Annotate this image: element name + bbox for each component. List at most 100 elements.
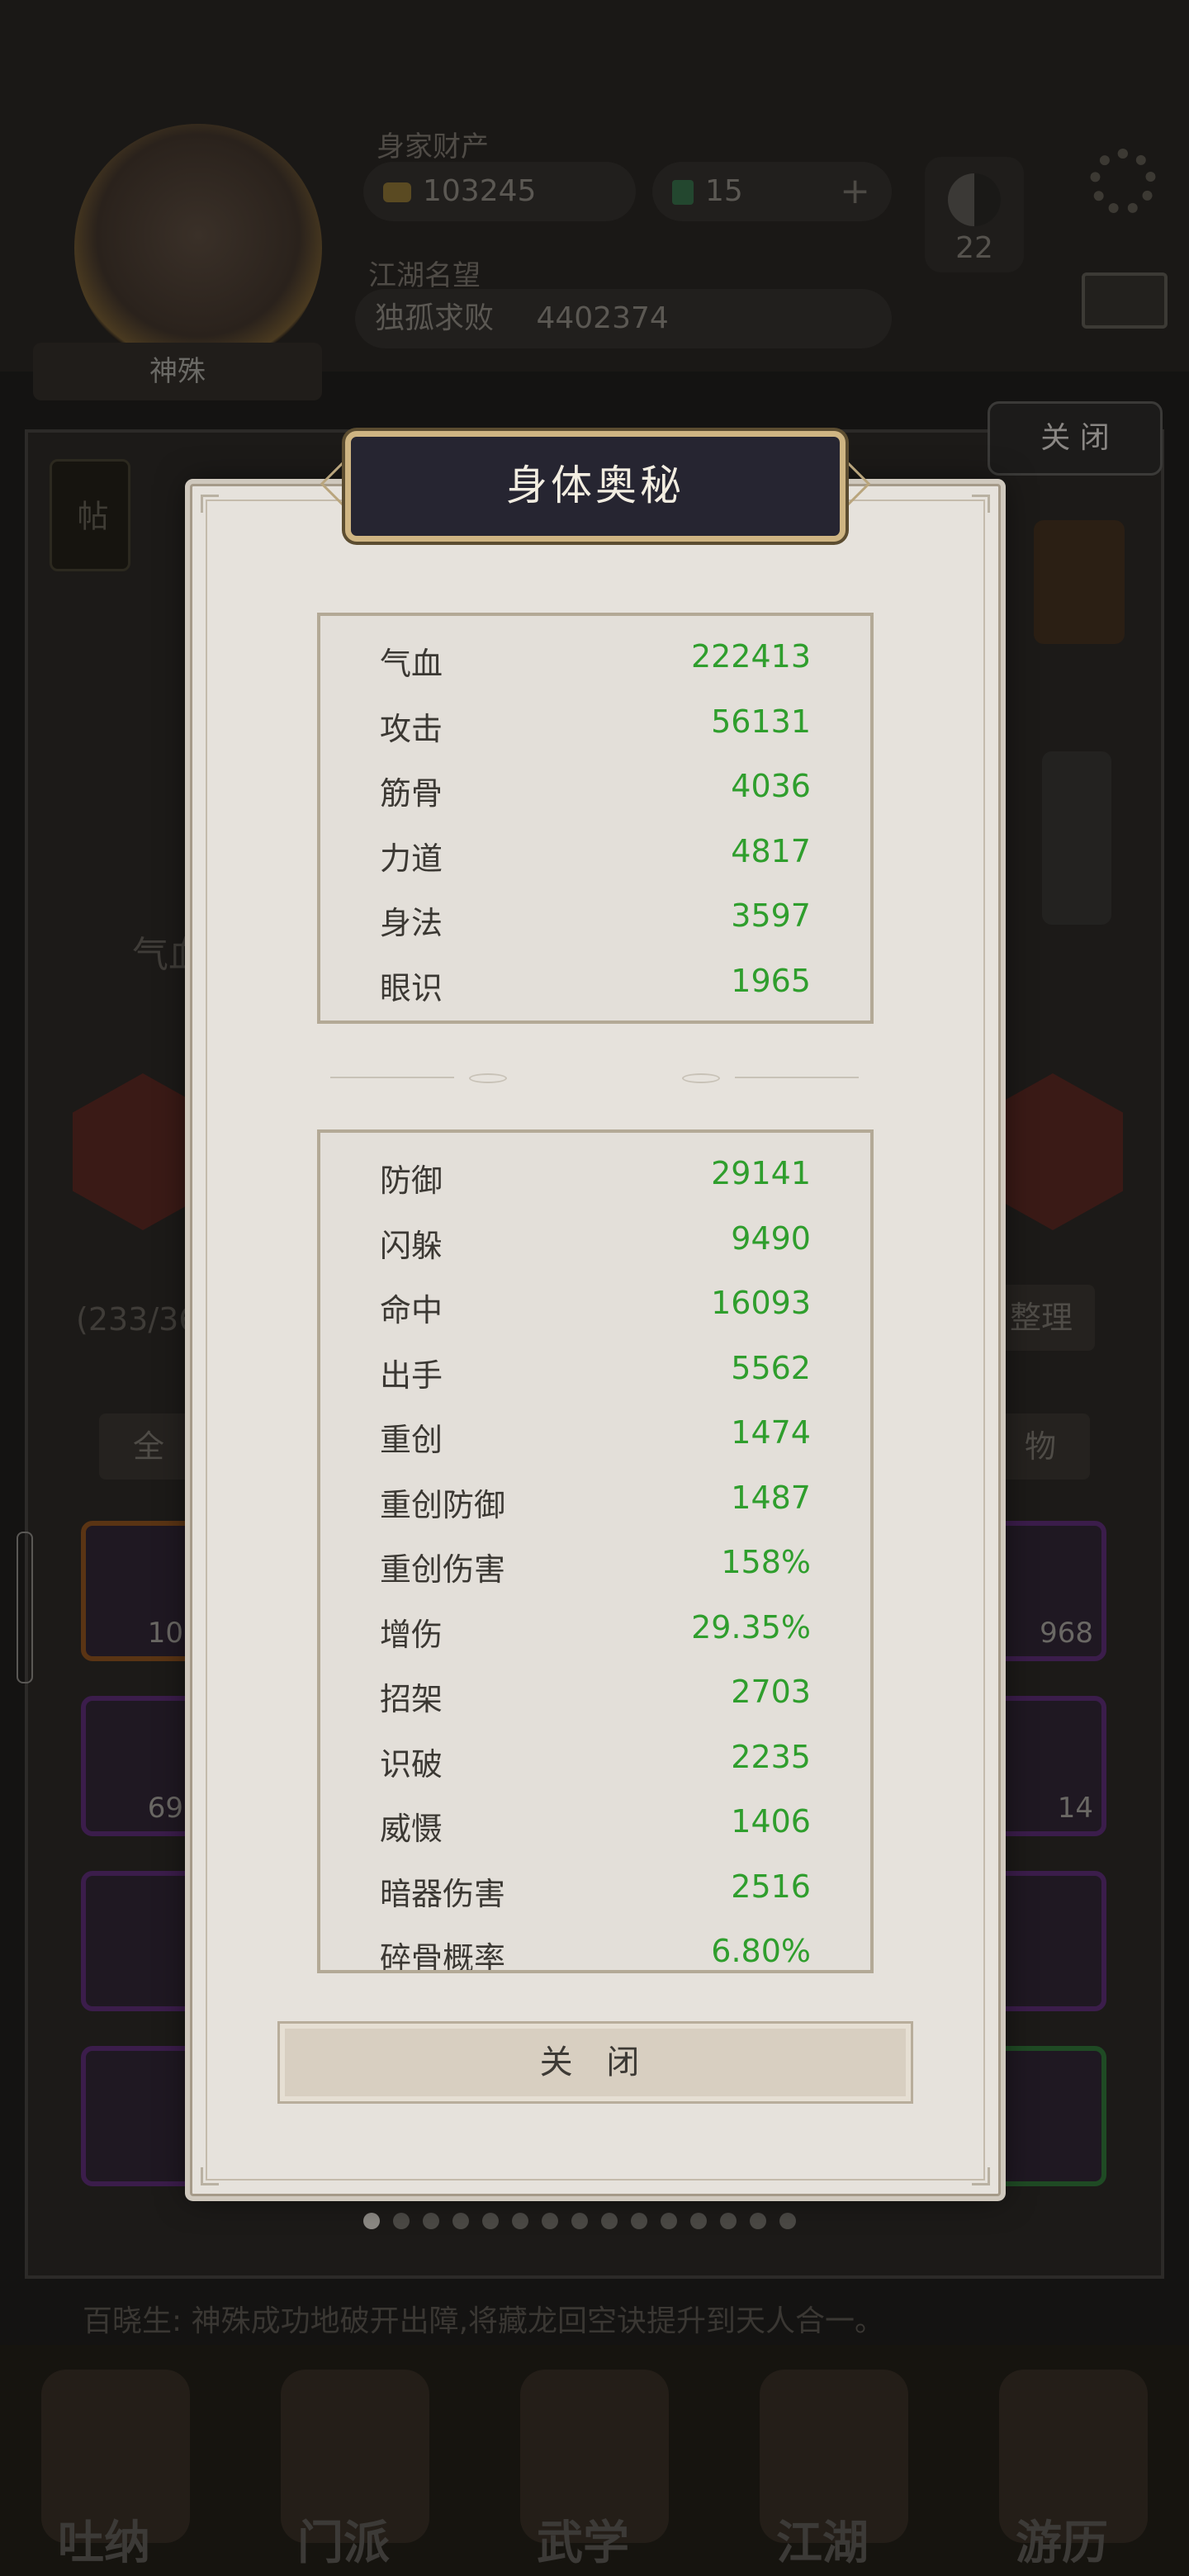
stat-name: 防御 [380, 1163, 443, 1199]
inventory-slot[interactable]: 14 [991, 1696, 1106, 1836]
stat-row: 出手 5562 [380, 1335, 811, 1400]
stat-row: 重创 1474 [380, 1399, 811, 1465]
section-divider [330, 1073, 859, 1083]
page-dot[interactable] [690, 2213, 707, 2229]
gear-icon[interactable] [1090, 149, 1156, 215]
stat-name: 气血 [380, 646, 443, 682]
close-button[interactable]: 关 闭 [277, 2021, 913, 2104]
stat-row: 重创伤害 158% [380, 1529, 811, 1594]
stat-row: 防御 29141 [380, 1140, 811, 1205]
background-close-button[interactable]: 关 闭 [988, 401, 1163, 476]
page-dot[interactable] [393, 2213, 410, 2229]
inventory-slot[interactable] [991, 1871, 1106, 2011]
stat-value: 5562 [731, 1349, 811, 1386]
stat-value: 2235 [731, 1738, 811, 1775]
stat-value: 16093 [711, 1285, 811, 1321]
inventory-slot[interactable]: 968 [991, 1521, 1106, 1661]
stat-value: 3597 [731, 897, 811, 934]
stat-name: 身法 [380, 905, 443, 941]
stat-value: 2703 [731, 1674, 811, 1710]
stat-row: 命中 16093 [380, 1270, 811, 1335]
inventory-slot[interactable] [991, 2046, 1106, 2186]
stat-value: 222413 [690, 638, 811, 675]
ticker-text: 神殊成功地破开出障,将藏龙回空诀提升到天人合一。 [191, 2304, 885, 2338]
page-dot[interactable] [601, 2213, 618, 2229]
add-jade-icon[interactable]: + [840, 162, 870, 221]
page-dot[interactable] [720, 2213, 737, 2229]
nav-label: 武学 [537, 2517, 629, 2570]
jade-value: 15 [705, 174, 743, 208]
level-value: 22 [955, 231, 993, 265]
stat-value: 56131 [711, 703, 811, 740]
taiji-icon [948, 173, 1001, 226]
inventory-slot[interactable] [81, 1871, 197, 2011]
stat-row: 眼识 1965 [380, 948, 811, 1013]
stat-name: 筋骨 [380, 775, 443, 812]
jade-icon [672, 180, 694, 205]
edge-drag-handle[interactable] [17, 1532, 33, 1683]
stat-value: 4036 [731, 768, 811, 804]
stat-row: 增伤 29.35% [380, 1594, 811, 1660]
invitation-icon[interactable]: 帖 [50, 459, 130, 571]
page-dot[interactable] [482, 2213, 499, 2229]
page-dot[interactable] [423, 2213, 439, 2229]
page-dot[interactable] [512, 2213, 528, 2229]
divider-flourish [682, 1073, 720, 1083]
stat-value: 29.35% [691, 1608, 811, 1646]
page-dot[interactable] [452, 2213, 469, 2229]
divider-line [330, 1077, 454, 1078]
wealth-label: 身家财产 [377, 130, 489, 163]
page-dot[interactable] [363, 2213, 380, 2229]
coin-display: 103245 [363, 162, 636, 221]
advanced-stats-box[interactable]: 防御 29141 闪躲 9490 命中 16093 出手 5562 重创 1474 重创防御 1487… [317, 1129, 874, 1973]
fame-title: 独孤求败 [375, 301, 495, 335]
basic-stats-list: 气血 222413 攻击 56131 筋骨 4036 力道 4817 身法 3597 眼识 1965 [380, 623, 811, 1012]
inventory-slot[interactable]: 10 [81, 1521, 197, 1661]
stat-value: 9490 [731, 1219, 811, 1257]
corner-ornament [972, 495, 990, 513]
stat-row: 暗器伤害 2516 [380, 1854, 811, 1919]
fame-display: 独孤求败 4402374 [355, 289, 892, 348]
stat-value: 1406 [731, 1803, 811, 1840]
basic-stats-box: 气血 222413 攻击 56131 筋骨 4036 力道 4817 身法 3597 眼识 1965 [317, 613, 874, 1024]
mail-icon[interactable] [1082, 272, 1168, 329]
coin-icon [383, 182, 411, 202]
stat-value: 6.80% [711, 1933, 811, 1969]
page-dot[interactable] [661, 2213, 677, 2229]
avatar[interactable] [74, 124, 322, 372]
stat-name: 暗器伤害 [380, 1875, 506, 1912]
corner-ornament [201, 495, 219, 513]
sort-button[interactable]: 整理 [988, 1285, 1095, 1351]
pillar-icon[interactable] [1042, 751, 1111, 925]
page-dot[interactable] [542, 2213, 558, 2229]
stat-value: 1965 [731, 962, 811, 999]
dialog-title: 身体奥秘 [345, 431, 846, 542]
stat-row: 身法 3597 [380, 883, 811, 948]
stat-name: 力道 [380, 840, 443, 877]
nav-label: 吐纳 [58, 2517, 150, 2570]
level-badge[interactable]: 22 [925, 157, 1024, 272]
stat-value: 1474 [731, 1414, 811, 1451]
divider-flourish [469, 1073, 507, 1083]
filter-item-tab[interactable]: 物 [991, 1413, 1090, 1480]
inventory-slot[interactable] [81, 2046, 197, 2186]
lantern-icon[interactable] [1034, 520, 1125, 644]
nav-label: 门派 [297, 2517, 390, 2570]
stat-name: 识破 [380, 1745, 443, 1783]
stat-value: 29141 [711, 1155, 811, 1191]
page-dot[interactable] [750, 2213, 766, 2229]
stat-value: 4817 [731, 832, 811, 869]
page-dot[interactable] [779, 2213, 796, 2229]
stat-row: 气血 222413 [380, 623, 811, 689]
stat-name: 眼识 [380, 969, 443, 1006]
fame-label: 江湖名望 [368, 259, 481, 292]
slot-count: 14 [1057, 1792, 1093, 1825]
stat-name: 碎骨概率 [380, 1940, 506, 1973]
filter-all-tab[interactable]: 全 [99, 1413, 198, 1480]
page-dot[interactable] [571, 2213, 588, 2229]
page-dot[interactable] [631, 2213, 647, 2229]
fame-value: 4402374 [536, 301, 669, 335]
stat-row: 威慑 1406 [380, 1788, 811, 1854]
corner-ornament [201, 2167, 219, 2185]
inventory-slot[interactable]: 69 [81, 1696, 197, 1836]
